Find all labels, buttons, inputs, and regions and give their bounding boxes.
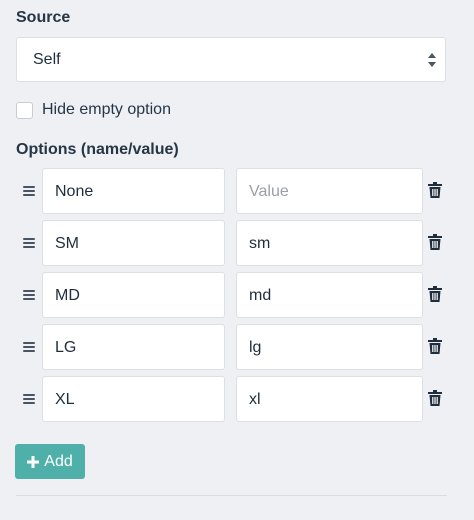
trash-icon[interactable]: [428, 234, 442, 250]
option-value-input[interactable]: lg: [236, 324, 423, 370]
sort-arrows-icon: [428, 53, 436, 67]
option-row: XL xl: [0, 376, 474, 422]
trash-icon[interactable]: [428, 286, 442, 302]
hide-empty-option[interactable]: Hide empty option: [16, 100, 171, 120]
option-row: SM sm: [0, 220, 474, 266]
option-value-input[interactable]: md: [236, 272, 423, 318]
option-row: LG lg: [0, 324, 474, 370]
drag-handle-icon[interactable]: [23, 342, 35, 352]
source-select-value: Self: [33, 51, 61, 68]
option-row: None Value: [0, 168, 474, 214]
drag-handle-icon[interactable]: [23, 238, 35, 248]
add-button-label: Add: [44, 452, 73, 470]
option-row: MD md: [0, 272, 474, 318]
drag-handle-icon[interactable]: [23, 186, 35, 196]
option-name-input[interactable]: None: [42, 168, 225, 214]
hide-empty-checkbox[interactable]: [16, 101, 33, 119]
option-value-input[interactable]: sm: [236, 220, 423, 266]
plus-icon: [27, 455, 40, 468]
option-name-input[interactable]: LG: [42, 324, 225, 370]
option-name-input[interactable]: MD: [42, 272, 225, 318]
hide-empty-label: Hide empty option: [42, 101, 171, 118]
trash-icon[interactable]: [428, 390, 442, 406]
drag-handle-icon[interactable]: [23, 394, 35, 404]
drag-handle-icon[interactable]: [23, 290, 35, 300]
option-value-input[interactable]: Value: [236, 168, 423, 214]
option-value-input[interactable]: xl: [236, 376, 423, 422]
option-name-input[interactable]: XL: [42, 376, 225, 422]
source-label: Source: [16, 9, 71, 26]
options-label: Options (name/value): [16, 141, 179, 158]
option-name-input[interactable]: SM: [42, 220, 225, 266]
add-option-button[interactable]: Add: [15, 444, 85, 479]
divider: [16, 495, 447, 496]
source-select[interactable]: Self: [16, 37, 446, 82]
trash-icon[interactable]: [428, 338, 442, 354]
trash-icon[interactable]: [428, 182, 442, 198]
